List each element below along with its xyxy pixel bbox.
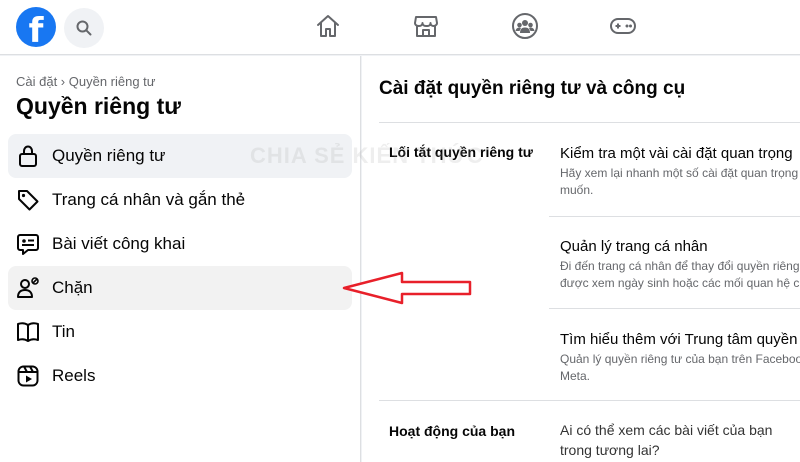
manage-profile-title[interactable]: Quản lý trang cá nhân [560, 238, 708, 255]
privacy-settings-panel: Cài đặt quyền riêng tư và công cụ Lối tắ… [362, 56, 800, 462]
search-button[interactable] [64, 8, 104, 48]
privacy-checkup-title[interactable]: Kiểm tra một vài cài đặt quan trọng [560, 145, 793, 162]
sidebar-item-blocking[interactable]: Chặn [8, 266, 352, 310]
home-icon[interactable] [314, 12, 342, 40]
facebook-logo[interactable]: f [16, 7, 56, 51]
privacy-checkup-desc-line1: Hãy xem lại nhanh một số cài đặt quan tr… [560, 166, 799, 180]
red-arrow-annotation [342, 271, 472, 305]
divider [549, 216, 800, 217]
sidebar-item-label: Chặn [52, 278, 93, 297]
sidebar-item-public-posts[interactable]: Bài viết công khai [8, 222, 352, 266]
divider [549, 308, 800, 309]
gaming-icon[interactable] [609, 12, 637, 40]
marketplace-icon[interactable] [412, 12, 440, 40]
privacy-center-title[interactable]: Tìm hiểu thêm với Trung tâm quyền [560, 331, 797, 348]
manage-profile-desc-line2: được xem ngày sinh hoặc các mối quan hệ … [560, 276, 800, 290]
main-title: Cài đặt quyền riêng tư và công cụ [379, 78, 686, 99]
page-title: Quyền riêng tư [16, 93, 181, 119]
breadcrumb[interactable]: Cài đặt › Quyền riêng tư [16, 74, 156, 89]
sidebar-item-label: Bài viết công khai [52, 234, 186, 253]
privacy-center-desc-line2: Meta. [560, 369, 591, 383]
settings-sidebar: Cài đặt › Quyền riêng tư Quyền riêng tư … [0, 56, 361, 462]
sidebar-item-label: Reels [52, 366, 96, 385]
groups-icon[interactable] [511, 12, 539, 40]
watermark-text: CHIA SẺ KIẾN THỨC [250, 143, 484, 168]
privacy-checkup-desc-line2: muốn. [560, 183, 594, 197]
reels-icon [17, 365, 39, 387]
divider [379, 122, 800, 123]
future-posts-title-line2[interactable]: trong tương lai? [560, 442, 660, 458]
top-navigation-bar: f [0, 0, 800, 55]
divider [379, 400, 800, 401]
future-posts-title-line1[interactable]: Ai có thể xem các bài viết của bạn [560, 422, 772, 438]
tag-icon [18, 190, 39, 211]
sidebar-item-label: Quyền riêng tư [52, 146, 166, 165]
sidebar-item-profile-tagging[interactable]: Trang cá nhân và gắn thẻ [8, 178, 352, 222]
block-user-icon [17, 277, 39, 298]
section-label-your-activity: Hoạt động của bạn [389, 423, 515, 439]
search-icon [76, 20, 92, 36]
sidebar-item-label: Trang cá nhân và gắn thẻ [52, 190, 246, 209]
facebook-logo-letter: f [28, 11, 44, 51]
sidebar-item-label: Tin [52, 322, 75, 341]
sidebar-item-reels[interactable]: Reels [8, 354, 352, 398]
story-book-icon [17, 322, 39, 342]
public-post-icon [17, 234, 39, 255]
manage-profile-desc-line1: Đi đến trang cá nhân để thay đổi quyền r… [560, 259, 800, 273]
lock-icon [19, 145, 37, 167]
sidebar-item-stories[interactable]: Tin [8, 310, 352, 354]
privacy-center-desc-line1: Quản lý quyền riêng tư của bạn trên Face… [560, 352, 800, 366]
